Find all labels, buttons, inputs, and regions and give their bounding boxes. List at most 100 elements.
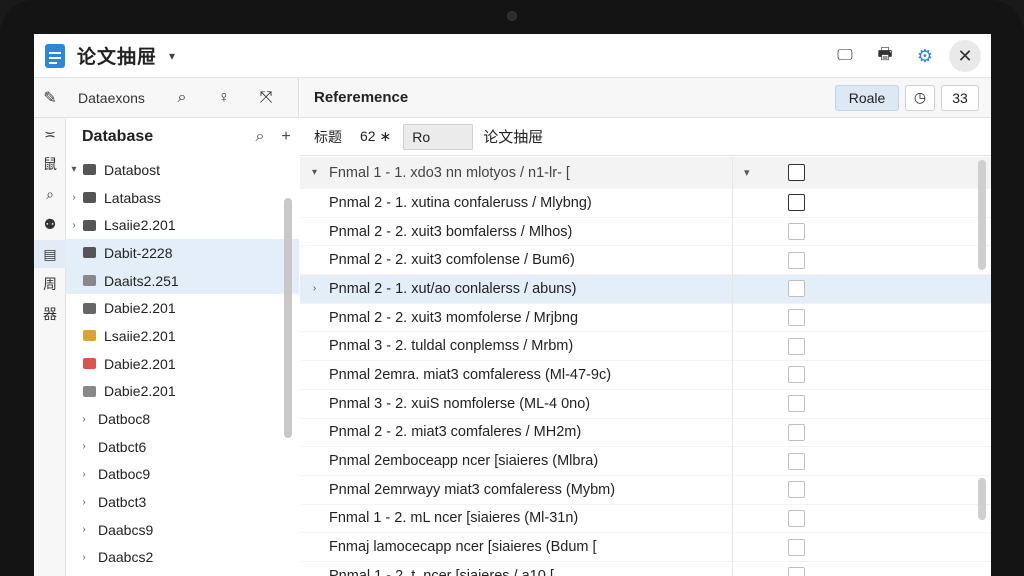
chevron-icon[interactable]: › xyxy=(76,497,92,508)
list-scrollbar-lower[interactable] xyxy=(978,478,986,520)
table-row[interactable]: ▾ Fnmal 1 - 1. xdo3 nn mlotyos / n1-lr- [… xyxy=(300,157,991,189)
row-checkbox[interactable] xyxy=(788,395,805,413)
folder-icon xyxy=(83,385,96,397)
paperclip-icon[interactable]: ✎ xyxy=(34,88,66,108)
tree-item[interactable]: Dabit-2228 xyxy=(66,239,299,267)
row-checkbox[interactable] xyxy=(788,280,805,298)
print-icon[interactable]: 🖶 xyxy=(869,40,901,72)
monitor-icon[interactable]: 🖵 xyxy=(829,40,861,72)
table-row[interactable]: Fnmal 1 - 2. mL ncer [siaieres (Ml-31n) xyxy=(300,505,991,534)
row-text: Pnmal 2emboceapp ncer [siaieres (Mlbra) xyxy=(329,453,599,470)
row-text: Pnmal 2 - 1. xut/ao conlalerss / abuns) xyxy=(329,280,577,297)
tree-item[interactable]: › Datbct3 xyxy=(66,488,299,516)
row-text: Fnmal 1 - 2. mL ncer [siaieres (Ml-31n) xyxy=(329,510,579,527)
chevron-icon[interactable]: › xyxy=(76,524,92,535)
folder-icon xyxy=(83,192,96,204)
folder-icon xyxy=(83,164,96,176)
table-row[interactable]: Pnmal 1 - 2. t. ncer [siaieres / a10 [ xyxy=(300,562,991,576)
tree-item[interactable]: › Latabass xyxy=(66,184,299,212)
row-checkbox[interactable] xyxy=(788,567,805,576)
tree-item-label: Dabie2.201 xyxy=(104,383,176,400)
row-checkbox[interactable] xyxy=(788,452,805,470)
row-checkbox[interactable] xyxy=(788,337,805,355)
row-text: Pnmal 2 - 2. miat3 comfaleres / MH2m) xyxy=(329,424,582,441)
tree-item[interactable]: Lsaiie2.201 xyxy=(66,322,299,350)
tree-scrollbar[interactable] xyxy=(284,198,292,438)
tree-item[interactable]: Dabie2.201 xyxy=(66,378,299,406)
title-dropdown-icon[interactable]: ▾ xyxy=(169,49,175,63)
chevron-icon[interactable]: › xyxy=(66,220,82,231)
close-button[interactable]: ✕ xyxy=(949,40,981,72)
table-row[interactable]: Pnmal 2 - 1. xutina confaleruss / Mlybng… xyxy=(300,189,991,218)
table-row[interactable]: Pnmal 2emra. miat3 comfaleress (Ml-47-9c… xyxy=(300,361,991,390)
tree-item[interactable]: › Daabcs9 xyxy=(66,516,299,544)
count-button[interactable]: 33 xyxy=(941,84,979,111)
row-text: Pnmal 1 - 2. t. ncer [siaieres / a10 [ xyxy=(329,567,554,576)
row-checkbox[interactable] xyxy=(788,538,805,556)
row-checkbox[interactable] xyxy=(788,509,805,527)
row-checkbox[interactable] xyxy=(788,423,805,441)
row-checkbox[interactable] xyxy=(788,366,805,384)
rail-icon-0[interactable]: ≍ xyxy=(34,120,66,148)
tree-item[interactable]: Dabie2.201 xyxy=(66,350,299,378)
search-icon[interactable]: ⌕ xyxy=(247,128,273,146)
tree-item[interactable]: Daaits2.251 xyxy=(66,266,299,295)
database-tree: Database ⌕ + ▾ Databost › Latabass › Lsaiie2.… xyxy=(66,118,299,576)
row-expand-icon[interactable]: ▾ xyxy=(744,166,750,179)
role-button[interactable]: Roale xyxy=(835,84,899,111)
tree-item[interactable]: › Datboc9 xyxy=(66,461,299,489)
rail-icon-4[interactable]: ▤ xyxy=(34,240,66,268)
chevron-icon[interactable]: › xyxy=(76,469,92,480)
row-text: Pnmal 2 - 2. xuit3 momfolerse / Mrjbng xyxy=(329,309,579,326)
add-icon[interactable]: + xyxy=(273,128,299,146)
filter-input[interactable]: Ro xyxy=(403,123,474,150)
gear-icon[interactable]: ⚙ xyxy=(909,40,941,72)
table-row[interactable]: Pnmal 2 - 2. xuit3 momfolerse / Mrjbng xyxy=(300,304,991,333)
chevron-icon[interactable]: ▾ xyxy=(66,164,82,175)
table-row[interactable]: Pnmal 2emrwayy miat3 comfaleress (Mybm) xyxy=(300,476,991,505)
folder-icon xyxy=(83,219,96,231)
row-checkbox[interactable] xyxy=(788,223,805,241)
table-row[interactable]: Pnmal 2 - 2. xuit3 comfolense / Bum6) xyxy=(300,246,991,276)
chevron-icon[interactable]: › xyxy=(76,414,92,425)
rail-icon-6[interactable]: 器 xyxy=(34,300,66,328)
lightbulb-icon[interactable]: ♀ xyxy=(203,89,245,107)
chevron-icon[interactable]: › xyxy=(76,552,92,563)
rail-icon-5[interactable]: 周 xyxy=(34,270,66,298)
row-checkbox[interactable] xyxy=(788,164,805,181)
table-row[interactable]: Pnmal 3 - 2. tuldal conplemss / Mrbm) xyxy=(300,332,991,362)
row-checkbox[interactable] xyxy=(788,309,805,327)
row-checkbox[interactable] xyxy=(788,251,805,269)
folder-icon xyxy=(83,302,96,314)
chevron-icon[interactable]: › xyxy=(66,192,82,203)
row-chevron-icon[interactable]: ▾ xyxy=(300,167,329,178)
expand-icon[interactable]: ⤧ xyxy=(245,89,287,107)
tree-item[interactable]: ▾ Databost xyxy=(66,156,299,184)
tree-item[interactable]: › Datboc8 xyxy=(66,405,299,433)
chevron-icon[interactable]: › xyxy=(76,441,92,452)
table-row[interactable]: › Pnmal 2 - 1. xut/ao conlalerss / abuns) xyxy=(300,275,991,304)
rail-icon-3[interactable]: ⚉ xyxy=(34,210,66,238)
row-chevron-icon[interactable]: › xyxy=(300,283,329,294)
tree-item[interactable]: › Datbct6 xyxy=(66,433,299,461)
clock-icon[interactable]: ◷ xyxy=(905,84,935,111)
rail-icon-2[interactable]: ⌕ xyxy=(34,180,66,208)
tree-item[interactable]: Dabie2.201 xyxy=(66,294,299,322)
rail-icon-1[interactable]: 鼠 xyxy=(34,150,66,178)
tree-item-label: Lsaiie2.201 xyxy=(104,217,176,234)
row-text: Fnmal 1 - 1. xdo3 nn mlotyos / n1-lr- [ xyxy=(329,164,570,181)
filter-bar: 标题 62 ∗ Ro 论文抽屉 xyxy=(300,118,991,156)
tree-item[interactable]: › Daabcs2 xyxy=(66,544,299,572)
tree-item[interactable]: › Lsaiie2.201 xyxy=(66,211,299,239)
search-icon[interactable]: ⌕ xyxy=(161,89,203,107)
left-toolbar-label: Dataexons xyxy=(78,89,145,106)
table-row[interactable]: Pnmal 2emboceapp ncer [siaieres (Mlbra) xyxy=(300,447,991,476)
row-checkbox[interactable] xyxy=(788,481,805,499)
table-row[interactable]: Pnmal 2 - 2. xuit3 bomfalerss / Mlhos) xyxy=(300,218,991,247)
table-row[interactable]: Pnmal 2 - 2. miat3 comfaleres / MH2m) xyxy=(300,419,991,448)
row-checkbox[interactable] xyxy=(788,194,805,212)
table-row[interactable]: Fnmaj lamocecapp ncer [siaieres (Bdum [ xyxy=(300,533,991,562)
list-scrollbar[interactable] xyxy=(978,160,986,270)
table-row[interactable]: Pnmal 3 - 2. xuiS nomfolerse (ML-4 0no) xyxy=(300,390,991,419)
row-text: Pnmal 2emrwayy miat3 comfaleress (Mybm) xyxy=(329,481,616,498)
